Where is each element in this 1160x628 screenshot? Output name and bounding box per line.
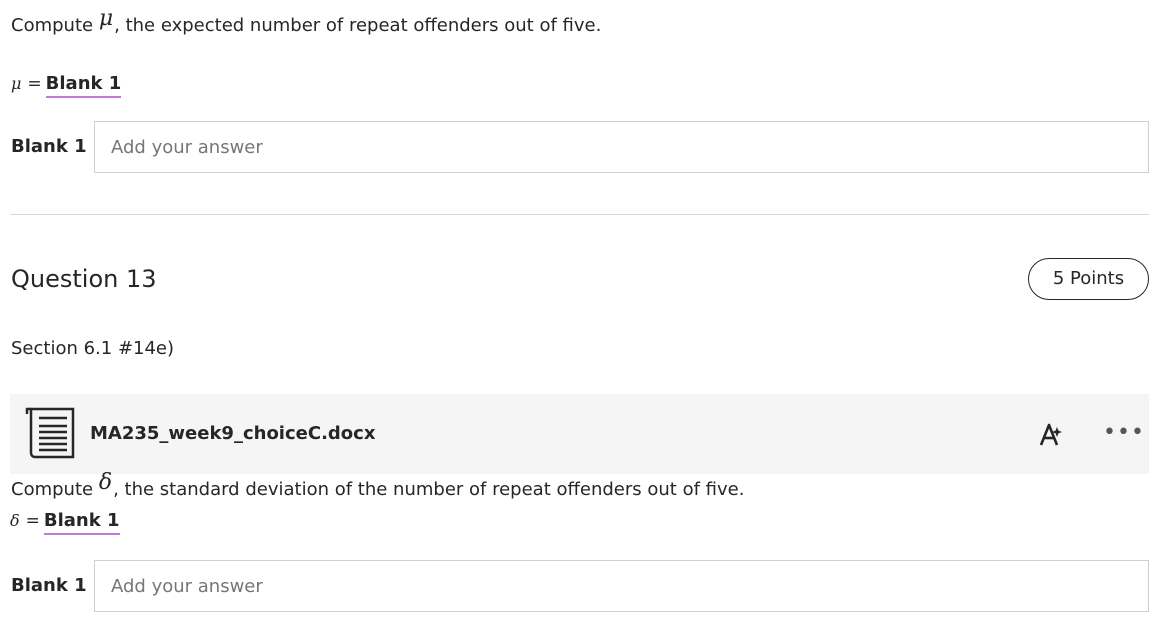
q13-answer-input[interactable] (94, 560, 1149, 612)
attachment-file-name[interactable]: MA235_week9_choiceC.docx (90, 422, 375, 446)
question-divider (10, 214, 1149, 215)
q12-prompt-suffix: , the expected number of repeat offender… (114, 15, 602, 36)
document-icon (25, 406, 77, 466)
quiz-page: Compute μ, the expected number of repeat… (0, 0, 1160, 628)
attachment-card[interactable]: MA235_week9_choiceC.docx ••• (10, 394, 1149, 474)
q13-prompt-prefix: Compute (11, 479, 99, 500)
blank-reference-link[interactable]: Blank 1 (43, 510, 120, 535)
immersive-reader-icon[interactable] (1038, 421, 1064, 451)
q12-prompt: Compute μ, the expected number of repeat… (11, 7, 602, 38)
more-options-icon[interactable]: ••• (1103, 420, 1145, 445)
q12-prompt-prefix: Compute (11, 15, 99, 36)
q13-formula: δ = Blank 1 (10, 510, 120, 535)
blank-reference-link[interactable]: Blank 1 (45, 73, 122, 98)
q13-prompt-suffix: , the standard deviation of the number o… (113, 479, 745, 500)
delta-symbol: δ (98, 470, 113, 495)
section-reference: Section 6.1 #14e) (11, 338, 175, 359)
q13-blank-label: Blank 1 (11, 575, 87, 596)
points-badge: 5 Points (1028, 258, 1149, 300)
q12-answer-input[interactable] (94, 121, 1149, 173)
mu-symbol: μ (98, 6, 114, 31)
question-title: Question 13 (11, 265, 157, 293)
equals-sign: = (25, 511, 40, 531)
q12-formula: μ = Blank 1 (11, 73, 122, 98)
equals-sign: = (27, 74, 42, 94)
mu-formula-symbol: μ (11, 74, 22, 93)
q12-blank-label: Blank 1 (11, 136, 87, 157)
q13-prompt: Compute δ, the standard deviation of the… (11, 471, 745, 502)
delta-formula-symbol: δ (10, 511, 20, 530)
